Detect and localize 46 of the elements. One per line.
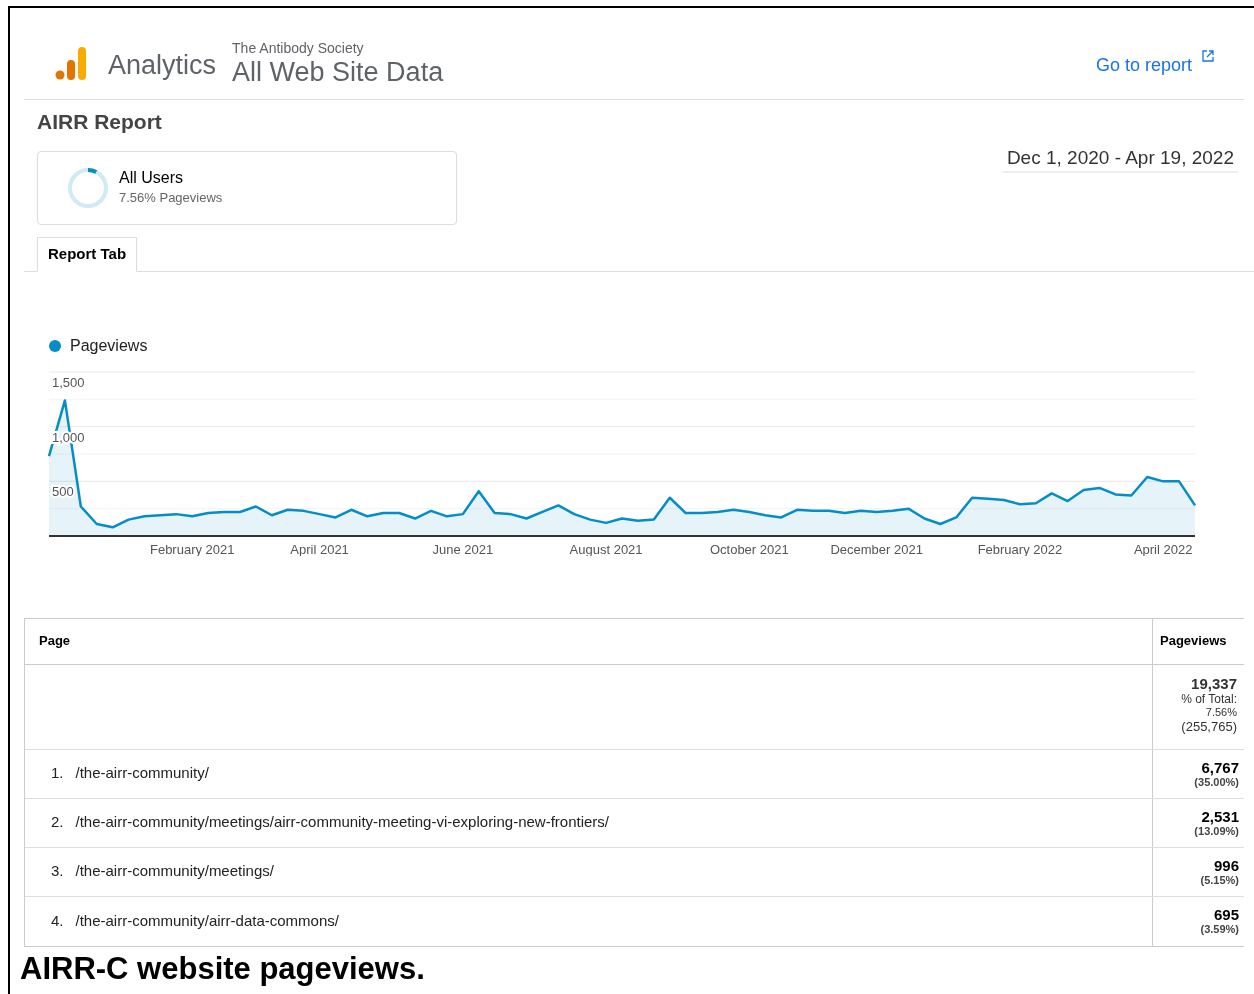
- report-title: AIRR Report: [37, 109, 163, 135]
- y-tick-label: 1,500: [52, 374, 85, 390]
- figure-caption: AIRR-C website pageviews.: [20, 950, 426, 987]
- pageviews-value: 6,767: [1201, 758, 1239, 776]
- x-tick-label: April 2021: [290, 541, 349, 556]
- analytics-logo-icon: [54, 45, 88, 81]
- column-header: Page: [38, 632, 72, 651]
- x-tick-label: February 2022: [977, 541, 1063, 556]
- page-path[interactable]: /the-airr-community/meetings/: [75, 860, 274, 883]
- segment-card[interactable]: All Users 7.56% Pageviews: [37, 150, 457, 225]
- row-rank: 1.: [51, 763, 64, 784]
- segment-detail: 7.56% Pageviews: [119, 188, 223, 207]
- x-tick-label: August 2021: [569, 541, 643, 556]
- external-link-icon[interactable]: [1202, 50, 1214, 62]
- pageviews-share: (35.00%): [1194, 775, 1239, 789]
- account-name: The Antibody Society: [232, 40, 365, 56]
- go-to-report-link[interactable]: Go to report: [1095, 52, 1192, 79]
- total-value: 19,337: [1191, 674, 1237, 692]
- page-path[interactable]: /the-airr-community/airr-data-commons/: [75, 909, 339, 933]
- row-rank: 4.: [51, 910, 64, 931]
- legend-label: Pageviews: [70, 335, 148, 356]
- segment-name: All Users: [119, 167, 184, 188]
- x-tick-label: October 2021: [709, 541, 789, 556]
- x-tick-label: April 2022: [1133, 541, 1193, 556]
- pageviews-value: 2,531: [1201, 807, 1239, 825]
- pageviews-share: (13.09%): [1194, 824, 1239, 838]
- total-share: 7.56%: [1205, 705, 1237, 719]
- pageviews-value: 996: [1213, 856, 1239, 874]
- x-tick-label: June 2021: [432, 541, 494, 556]
- x-tick-label: December 2021: [830, 541, 923, 556]
- total-overall: (255,765): [1181, 718, 1237, 734]
- pageviews-share: (5.15%): [1200, 873, 1239, 887]
- row-rank: 2.: [51, 812, 64, 833]
- row-rank: 3.: [51, 861, 64, 882]
- report-tab[interactable]: Report Tab: [37, 236, 138, 272]
- page-path[interactable]: /the-airr-community/meetings/airr-community-meeting-vi-exploring-new-frontiers/: [75, 811, 609, 834]
- total-share-label: % of Total:: [1181, 691, 1237, 706]
- pageviews-share: (3.59%): [1200, 923, 1239, 936]
- x-tick-label: February 2021: [149, 541, 235, 556]
- property-name: All Web Site Data: [232, 56, 444, 88]
- y-tick-label: 500: [52, 483, 74, 499]
- date-range[interactable]: Dec 1, 2020 - Apr 19, 2022: [1006, 147, 1234, 168]
- product-name: Analytics: [108, 49, 217, 82]
- page-path[interactable]: /the-airr-community/: [75, 762, 209, 785]
- pageviews-value: 695: [1213, 906, 1239, 923]
- column-header: Pageviews: [1152, 618, 1244, 664]
